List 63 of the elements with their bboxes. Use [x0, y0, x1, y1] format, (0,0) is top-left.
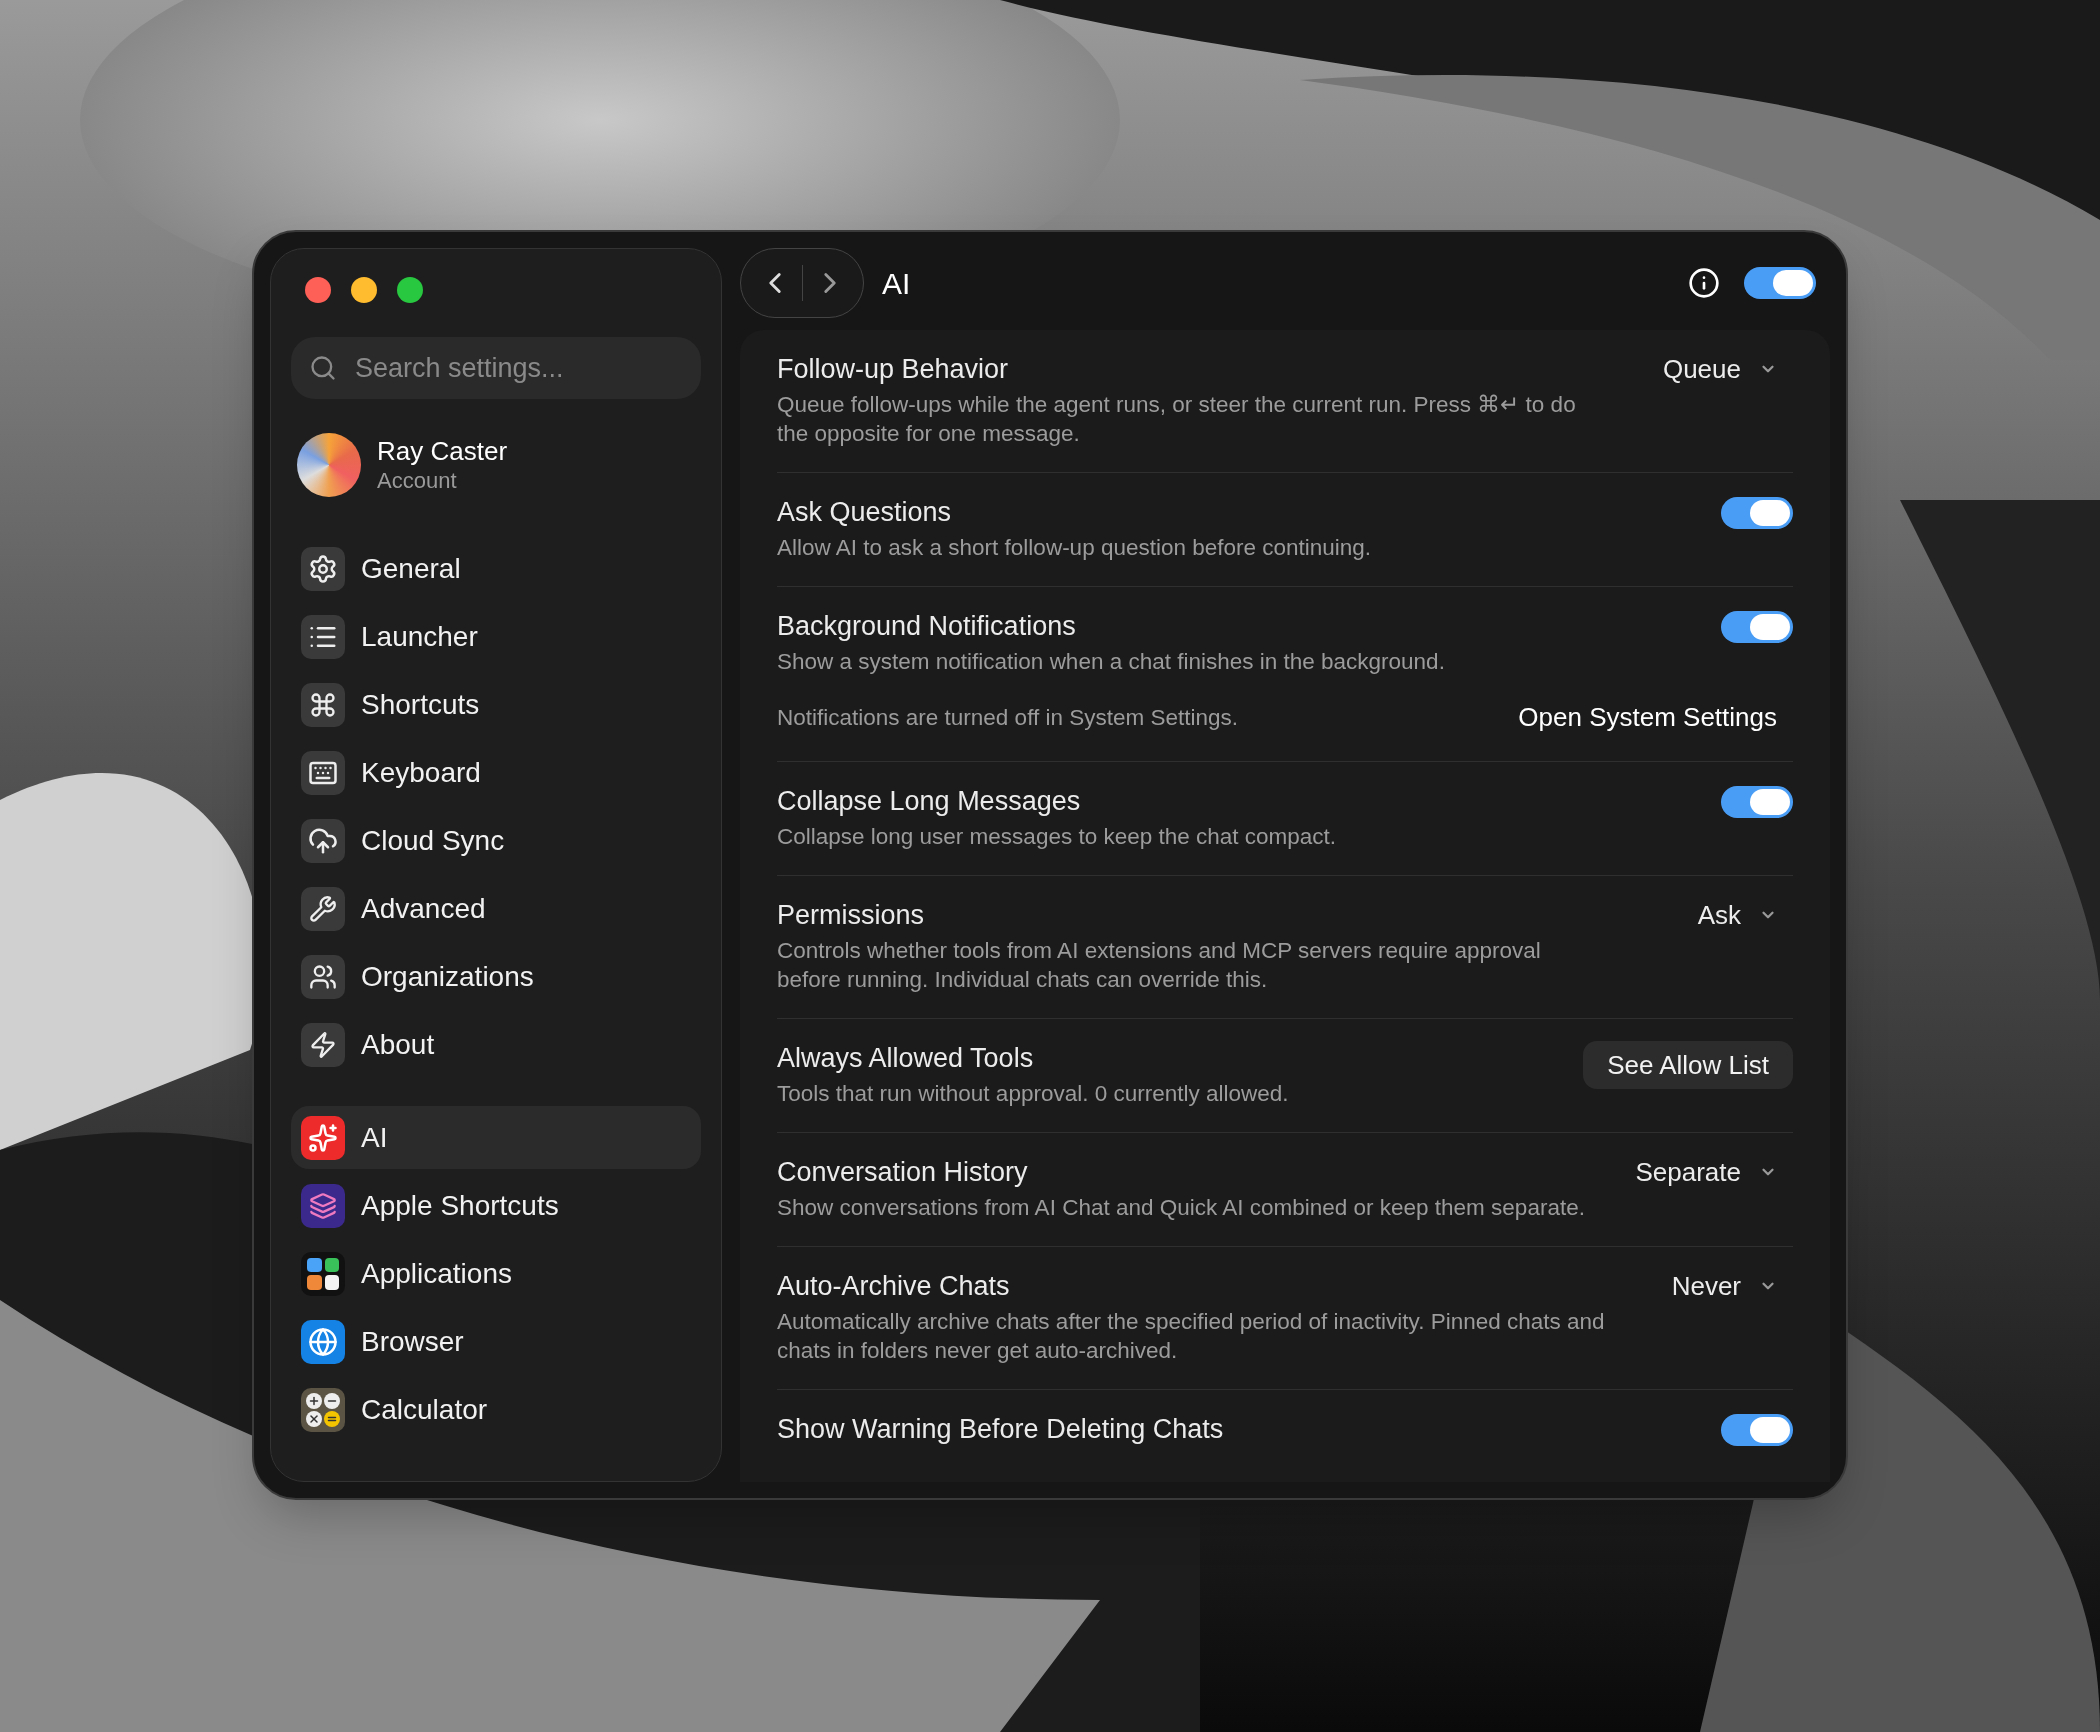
sidebar-item[interactable]: Shortcuts — [291, 673, 701, 736]
page-title: AI — [882, 265, 911, 302]
account-name: Ray Caster — [377, 435, 508, 467]
dropdown[interactable]: Separate — [1635, 1155, 1793, 1189]
setting-description: Queue follow-ups while the agent runs, or steer the current run. Press ⌘↵ to do the opposite for one message. — [777, 391, 1577, 448]
sidebar-item[interactable]: General — [291, 537, 701, 600]
setting-description: Tools that run without approval. 0 currently allowed. — [777, 1080, 1289, 1108]
toggle-switch[interactable] — [1721, 786, 1793, 818]
setting-description: Controls whether tools from AI extensions and MCP servers require approval before running. Individual chats can override this. — [777, 937, 1542, 994]
minimize-button[interactable] — [351, 277, 377, 303]
sidebar-item[interactable]: Keyboard — [291, 741, 701, 804]
sidebar-item[interactable]: Apple Shortcuts — [291, 1174, 701, 1237]
sidebar-item[interactable]: About — [291, 1013, 701, 1076]
toggle-switch[interactable] — [1721, 611, 1793, 643]
calculator-icon — [301, 1387, 345, 1432]
zoom-button[interactable] — [397, 277, 423, 303]
toggle-switch[interactable] — [1721, 1414, 1793, 1446]
dropdown[interactable]: Ask — [1697, 898, 1793, 932]
sidebar-item[interactable]: AI — [291, 1106, 701, 1169]
sidebar-item[interactable]: Launcher — [291, 605, 701, 668]
sidebar-item[interactable]: Browser — [291, 1310, 701, 1373]
command-icon — [301, 682, 345, 727]
app-grid-icon — [301, 1251, 345, 1296]
dropdown[interactable]: Never — [1671, 1269, 1793, 1303]
setting-title: Auto-Archive Chats — [777, 1270, 1011, 1303]
dropdown[interactable]: Queue — [1662, 352, 1793, 386]
setting-description: Automatically archive chats after the specified period of inactivity. Pinned chats and chats in folders never get auto-archived. — [777, 1308, 1606, 1365]
setting-title: Background Notifications — [777, 610, 1077, 643]
cloud-icon — [301, 818, 345, 863]
close-button[interactable] — [305, 277, 331, 303]
setting-title: Show Warning Before Deleting Chats — [777, 1413, 1224, 1446]
search-icon — [309, 354, 337, 382]
setting-title: Collapse Long Messages — [777, 785, 1082, 818]
setting-title: Ask Questions — [777, 496, 953, 529]
sidebar-item[interactable]: Applications — [291, 1242, 701, 1305]
keyboard-icon — [301, 750, 345, 795]
search-field[interactable]: Search settings... — [291, 337, 701, 399]
globe-icon — [301, 1319, 345, 1364]
info-icon — [1688, 267, 1720, 299]
see-allow-list-button[interactable]: See Allow List — [1583, 1041, 1793, 1089]
open-settings-link[interactable]: Open System Settings — [1518, 698, 1777, 737]
notice-text: Notifications are turned off in System Settings. — [777, 703, 1239, 732]
sidebar-item[interactable]: Cloud Sync — [291, 809, 701, 872]
setting-description: Allow AI to ask a short follow-up question before continuing. — [777, 534, 1372, 562]
wrench-icon — [301, 886, 345, 931]
gear-icon — [301, 546, 345, 591]
sparkle-icon — [301, 1115, 345, 1160]
list-icon — [301, 614, 345, 659]
setting-title: Conversation History — [777, 1156, 1029, 1189]
setting-title: Follow-up Behavior — [777, 353, 1010, 386]
setting-description: Collapse long user messages to keep the chat compact. — [777, 823, 1337, 851]
setting-title: Always Allowed Tools — [777, 1042, 1035, 1075]
sidebar-item[interactable]: Advanced — [291, 877, 701, 940]
toggle-switch[interactable] — [1721, 497, 1793, 529]
setting-description: Show conversations from AI Chat and Quick AI combined or keep them separate. — [777, 1194, 1585, 1222]
setting-description: Show a system notification when a chat finishes in the background. — [777, 648, 1445, 676]
toggle-switch[interactable] — [1744, 267, 1816, 299]
people-icon — [301, 954, 345, 999]
layers-icon — [301, 1183, 345, 1228]
sidebar-item[interactable]: Organizations — [291, 945, 701, 1008]
account-subtitle: Account — [377, 467, 458, 495]
setting-title: Permissions — [777, 899, 926, 932]
sidebar-item[interactable]: Calculator — [291, 1378, 701, 1441]
